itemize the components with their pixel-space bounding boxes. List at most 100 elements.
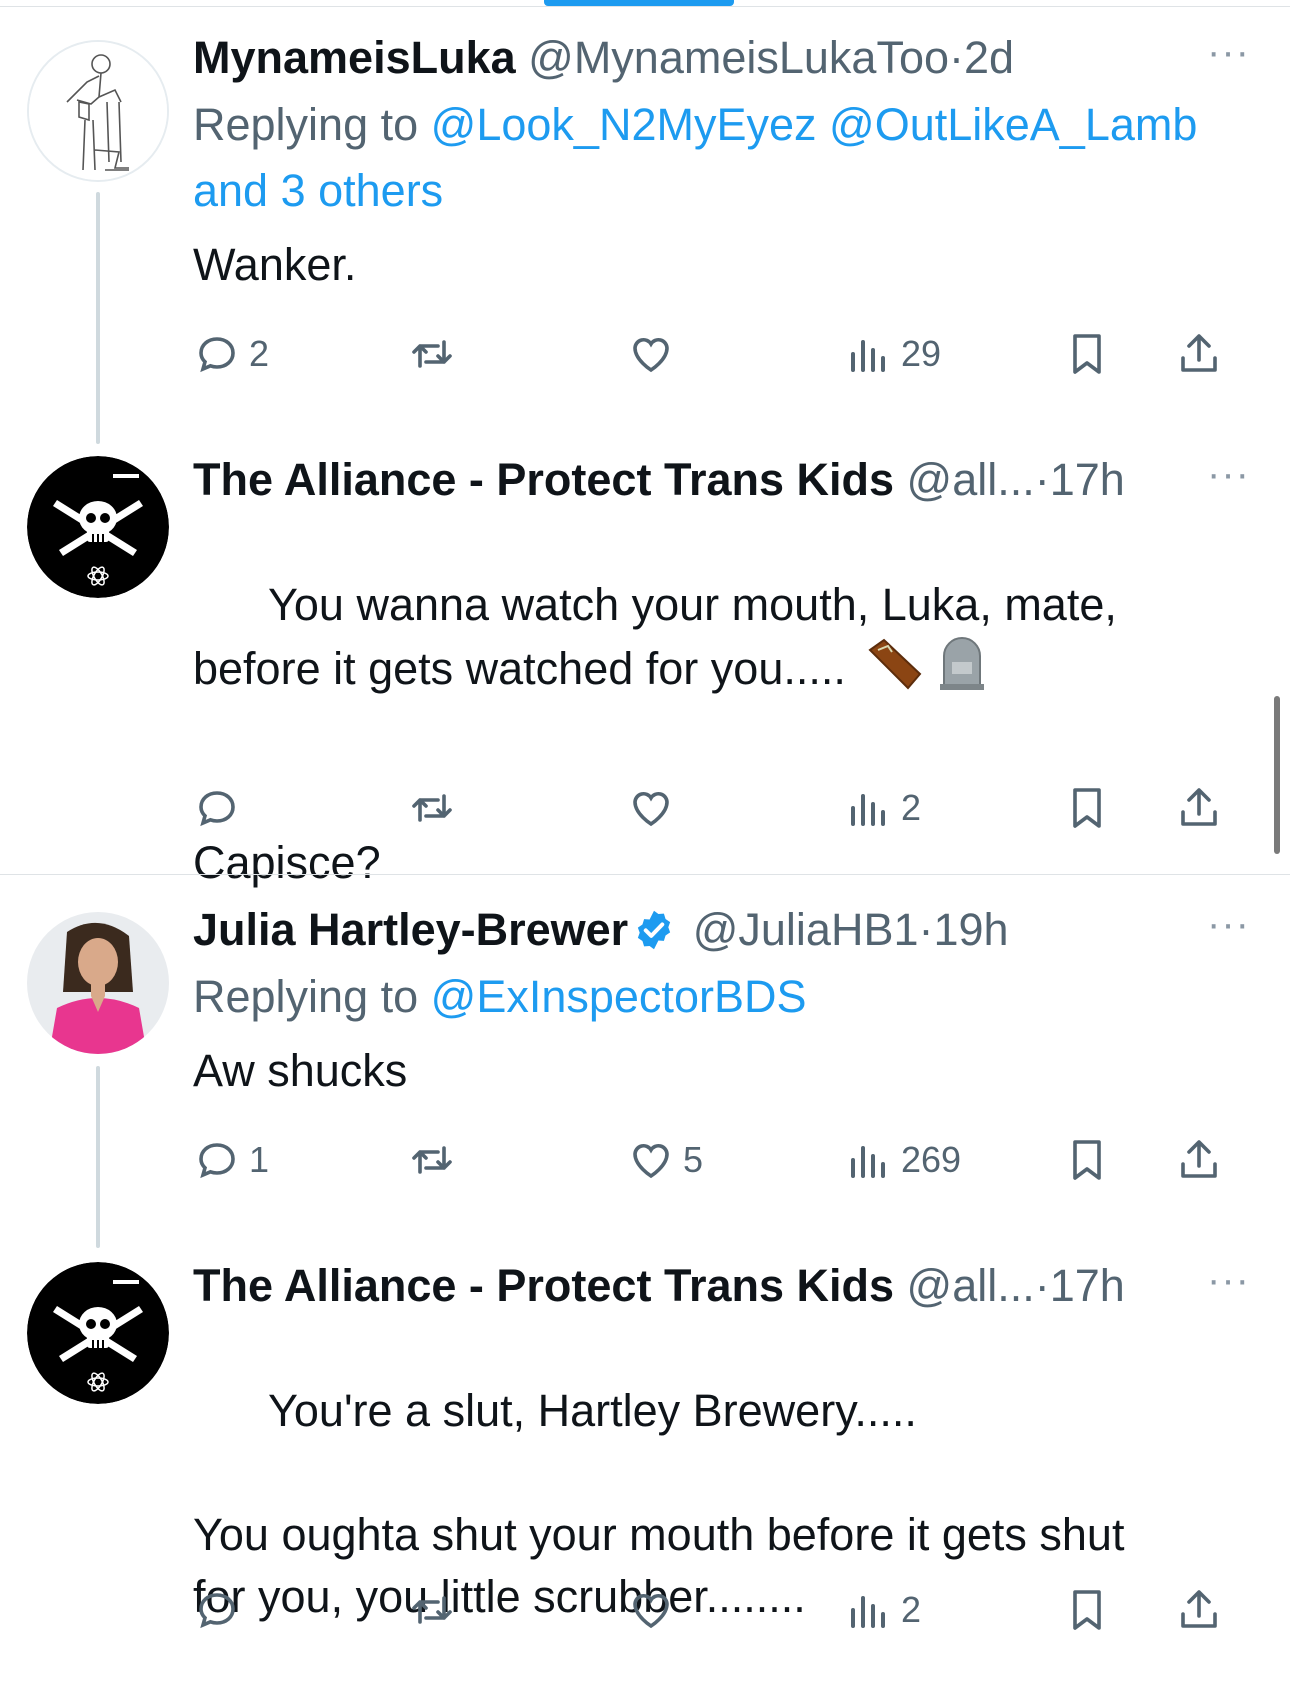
verified-badge-icon[interactable] bbox=[632, 908, 676, 952]
reply-icon bbox=[199, 337, 235, 373]
heart-icon bbox=[633, 337, 669, 373]
share-icon bbox=[1181, 1590, 1217, 1628]
share-button[interactable] bbox=[1175, 324, 1223, 384]
replying-label: Replying to bbox=[193, 971, 419, 1022]
share-button[interactable] bbox=[1175, 1580, 1223, 1640]
retweet-icon bbox=[412, 340, 452, 368]
retweet-button[interactable] bbox=[408, 1580, 456, 1640]
profile-photo-icon bbox=[27, 912, 169, 1054]
more-options-icon[interactable]: ··· bbox=[1207, 452, 1250, 497]
handle[interactable]: @MynameisLukaToo bbox=[528, 32, 949, 83]
display-name[interactable]: The Alliance - Protect Trans Kids bbox=[193, 1260, 894, 1311]
handle[interactable]: @all... bbox=[907, 1260, 1035, 1311]
handle[interactable]: @all... bbox=[907, 454, 1035, 505]
like-button[interactable] bbox=[627, 778, 675, 838]
bookmark-icon bbox=[1073, 334, 1101, 374]
timestamp[interactable]: 17h bbox=[1050, 454, 1125, 505]
bookmark-icon bbox=[1073, 1590, 1101, 1630]
views-count: 2 bbox=[901, 787, 922, 828]
display-name[interactable]: The Alliance - Protect Trans Kids bbox=[193, 454, 894, 505]
reply-button[interactable]: 2 bbox=[193, 324, 269, 384]
more-options-icon[interactable]: ··· bbox=[1207, 30, 1250, 75]
mention-link[interactable]: @ExInspectorBDS bbox=[431, 971, 807, 1022]
avatar-alliance[interactable] bbox=[27, 1262, 169, 1404]
views-count: 269 bbox=[901, 1139, 962, 1180]
share-button[interactable] bbox=[1175, 1130, 1223, 1190]
headstone-emoji-icon bbox=[936, 636, 988, 708]
tweet-text-line: You wanna watch your mouth, Luka, mate, bbox=[268, 579, 1117, 630]
views-icon bbox=[851, 340, 885, 372]
bookmark-icon bbox=[1073, 1140, 1101, 1180]
reply-icon bbox=[199, 1593, 235, 1629]
like-button[interactable] bbox=[627, 1580, 675, 1640]
reply-button[interactable] bbox=[193, 1580, 241, 1640]
retweet-button[interactable] bbox=[408, 778, 456, 838]
coffin-emoji-icon bbox=[864, 636, 924, 708]
replying-label: Replying to bbox=[193, 99, 419, 150]
share-button[interactable] bbox=[1175, 778, 1223, 838]
views-icon bbox=[851, 794, 885, 826]
others-link[interactable]: and 3 others bbox=[193, 165, 443, 216]
tweet-text-line: before it gets watched for you..... bbox=[193, 642, 846, 694]
share-icon bbox=[1181, 334, 1217, 372]
separator-dot: · bbox=[918, 904, 934, 955]
tweet-text: Aw shucks bbox=[193, 1045, 408, 1096]
tweet-text: Wanker. bbox=[193, 239, 357, 290]
bookmark-button[interactable] bbox=[1063, 778, 1111, 838]
views-icon bbox=[851, 1596, 885, 1628]
more-options-icon[interactable]: ··· bbox=[1207, 1258, 1250, 1303]
separator-dot: · bbox=[949, 32, 965, 83]
skull-crossbones-icon bbox=[27, 1262, 169, 1404]
action-bar: 2 29 bbox=[193, 324, 1263, 384]
tweet-text-line: You oughta shut your mouth before it get… bbox=[193, 1509, 1125, 1560]
views-button[interactable]: 2 bbox=[845, 1580, 921, 1640]
mention-link[interactable]: @OutLikeA_Lamb bbox=[829, 99, 1197, 150]
reply-button[interactable]: 1 bbox=[193, 1130, 269, 1190]
views-button[interactable]: 29 bbox=[845, 324, 941, 384]
handle[interactable]: @JuliaHB1 bbox=[693, 904, 919, 955]
tweet-text-line: Capisce? bbox=[193, 837, 381, 888]
tweet-text-line: You're a slut, Hartley Brewery..... bbox=[268, 1385, 917, 1436]
share-icon bbox=[1181, 1140, 1217, 1178]
timestamp[interactable]: 19h bbox=[934, 904, 1009, 955]
like-button[interactable]: 5 bbox=[627, 1130, 703, 1190]
bookmark-button[interactable] bbox=[1063, 1130, 1111, 1190]
replying-to: Replying to @ExInspectorBDS bbox=[193, 964, 1250, 1030]
like-button[interactable] bbox=[627, 324, 675, 384]
bookmark-button[interactable] bbox=[1063, 324, 1111, 384]
timestamp[interactable]: 2d bbox=[964, 32, 1014, 83]
action-bar: 2 bbox=[193, 778, 1263, 838]
views-button[interactable]: 2 bbox=[845, 778, 921, 838]
views-count: 29 bbox=[901, 333, 942, 374]
action-bar: 2 bbox=[193, 1580, 1263, 1640]
replying-to: Replying to @Look_N2MyEyez @OutLikeA_Lam… bbox=[193, 92, 1250, 224]
avatar-alliance[interactable] bbox=[27, 456, 169, 598]
bookmark-button[interactable] bbox=[1063, 1580, 1111, 1640]
retweet-button[interactable] bbox=[408, 1130, 456, 1190]
views-count: 2 bbox=[901, 1589, 922, 1630]
share-icon bbox=[1181, 788, 1217, 826]
top-divider bbox=[0, 6, 1290, 7]
reply-icon bbox=[199, 1143, 235, 1179]
tweet-text: You wanna watch your mouth, Luka, mate, b… bbox=[193, 512, 1250, 956]
retweet-button[interactable] bbox=[408, 324, 456, 384]
reply-count: 2 bbox=[249, 333, 270, 374]
skull-crossbones-icon bbox=[27, 456, 169, 598]
action-bar: 1 5 269 bbox=[193, 1130, 1263, 1190]
active-tab-indicator bbox=[544, 0, 734, 6]
separator-dot: · bbox=[1034, 1260, 1050, 1311]
heart-icon bbox=[633, 1143, 669, 1179]
timestamp[interactable]: 17h bbox=[1050, 1260, 1125, 1311]
avatar-mynameisluka[interactable] bbox=[27, 40, 169, 182]
display-name[interactable]: MynameisLuka bbox=[193, 32, 516, 83]
display-name[interactable]: Julia Hartley-Brewer bbox=[193, 904, 628, 955]
mention-link[interactable]: @Look_N2MyEyez bbox=[431, 99, 817, 150]
views-button[interactable]: 269 bbox=[845, 1130, 961, 1190]
more-options-icon[interactable]: ··· bbox=[1207, 902, 1250, 947]
views-icon bbox=[851, 1146, 885, 1178]
reply-button[interactable] bbox=[193, 778, 241, 838]
scrollbar-thumb[interactable] bbox=[1274, 696, 1280, 854]
retweet-icon bbox=[412, 794, 452, 822]
conversation-divider bbox=[0, 874, 1290, 875]
avatar-julia[interactable] bbox=[27, 912, 169, 1054]
